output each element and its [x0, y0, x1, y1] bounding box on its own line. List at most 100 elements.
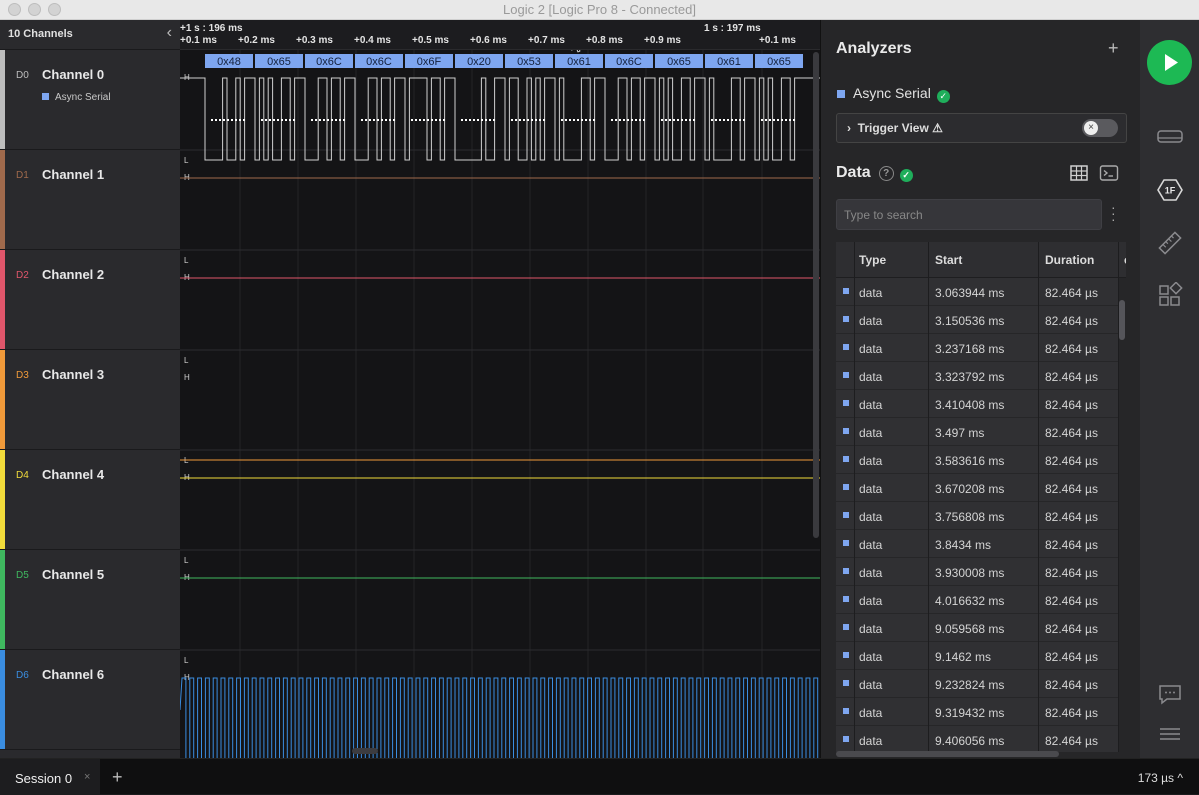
data-table: Type Start Duration c data 3.063944 ms 82.…	[836, 242, 1126, 752]
analyzer-entry[interactable]: Async Serial ✓	[837, 85, 950, 103]
add-analyzer-button[interactable]: +	[1108, 38, 1119, 59]
waveform-view[interactable]: +1 s : 196 ms 1 s : 197 ms +0.1 ms +0.2 …	[180, 20, 820, 758]
table-row[interactable]: data 3.237168 ms 82.464 µs	[836, 334, 1118, 362]
waveform-canvas[interactable]: HLHLHLHLHLHLH0x480x650x6C0x6C0x6F0x200x5…	[180, 50, 820, 758]
table-view-icon[interactable]	[1069, 163, 1089, 183]
channel-row[interactable]: D5 Channel 5	[0, 550, 180, 650]
table-horizontal-scrollbar[interactable]	[836, 751, 1059, 757]
collapse-sidebar-icon[interactable]: ‹	[167, 24, 172, 42]
data-title: Data	[836, 164, 871, 181]
waveform-vertical-scrollbar[interactable]	[813, 52, 819, 538]
level-low-label: L	[184, 356, 189, 365]
close-session-icon[interactable]: ×	[84, 771, 90, 783]
channel-color-bar	[0, 50, 5, 149]
channel-name[interactable]: Channel 3	[42, 367, 104, 382]
table-row[interactable]: data 9.232824 ms 82.464 µs	[836, 670, 1118, 698]
extensions-icon[interactable]	[1156, 282, 1184, 310]
column-header-start[interactable]: Start	[935, 253, 962, 267]
trigger-view-toggle[interactable]: ×	[1082, 119, 1118, 137]
table-row[interactable]: data 9.059568 ms 82.464 µs	[836, 614, 1118, 642]
table-row[interactable]: data 3.8434 ms 82.464 µs	[836, 530, 1118, 558]
decoded-byte-label: 0x6C	[616, 56, 642, 68]
channel-row[interactable]: D1 Channel 1	[0, 150, 180, 250]
decoded-byte-label: 0x65	[667, 56, 691, 68]
level-low-label: L	[184, 156, 189, 165]
analyzers-icon[interactable]: 1F	[1156, 176, 1184, 204]
channel-name[interactable]: Channel 2	[42, 267, 104, 282]
row-color-swatch	[843, 624, 849, 630]
decoded-byte-label: 0x61	[717, 56, 741, 68]
channel-row[interactable]: D0 Channel 0 Async Serial	[0, 50, 180, 150]
decoded-byte-label: 0x65	[267, 56, 291, 68]
table-row[interactable]: data 3.410408 ms 82.464 µs	[836, 390, 1118, 418]
device-icon[interactable]	[1156, 122, 1184, 150]
row-color-swatch	[843, 568, 849, 574]
table-vertical-scrollbar[interactable]	[1119, 300, 1125, 340]
table-row[interactable]: data 3.323792 ms 82.464 µs	[836, 362, 1118, 390]
channel-row[interactable]: D6 Channel 6	[0, 650, 180, 750]
row-color-swatch	[843, 344, 849, 350]
table-row[interactable]: data 3.583616 ms 82.464 µs	[836, 446, 1118, 474]
table-row[interactable]: data 3.670208 ms 82.464 µs	[836, 474, 1118, 502]
chat-icon[interactable]	[1156, 680, 1184, 708]
start-capture-button[interactable]	[1147, 40, 1192, 85]
table-row[interactable]: data 3.497 ms 82.464 µs	[836, 418, 1118, 446]
menu-icon[interactable]	[1156, 720, 1184, 748]
ruler-tick-label: +0.3 ms	[296, 35, 333, 46]
ruler-tick-label: +0.1 ms	[180, 35, 217, 46]
channel-name[interactable]: Channel 6	[42, 667, 104, 682]
cell-type: data	[859, 454, 883, 468]
channel-id-label: D2	[16, 270, 29, 281]
cell-duration: 82.464 µs	[1045, 734, 1098, 748]
terminal-view-icon[interactable]	[1099, 163, 1119, 183]
table-row[interactable]: data 3.063944 ms 82.464 µs	[836, 278, 1118, 306]
channel-name[interactable]: Channel 1	[42, 167, 104, 182]
cell-type: data	[859, 622, 883, 636]
cell-type: data	[859, 426, 883, 440]
trigger-view-row[interactable]: › Trigger View ⚠ ×	[836, 113, 1127, 143]
channel-analyzer-tag[interactable]: Async Serial	[42, 92, 111, 103]
analyzers-title: Analyzers	[836, 40, 912, 57]
channel-name[interactable]: Channel 5	[42, 567, 104, 582]
channel-name[interactable]: Channel 0	[42, 67, 104, 82]
table-row[interactable]: data 9.1462 ms 82.464 µs	[836, 642, 1118, 670]
session-tab[interactable]: Session 0 ×	[0, 759, 100, 795]
channel-id-label: D3	[16, 370, 29, 381]
level-high-label: H	[184, 373, 190, 382]
cell-start: 3.8434 ms	[935, 538, 992, 552]
table-row[interactable]: data 9.319432 ms 82.464 µs	[836, 698, 1118, 726]
channel-row[interactable]: D4 Channel 4	[0, 450, 180, 550]
channel-list: 10 Channels ‹ D0 Channel 0 Async Serial D1 C…	[0, 20, 180, 758]
channel-row[interactable]: D3 Channel 3	[0, 350, 180, 450]
channel-name[interactable]: Channel 4	[42, 467, 104, 482]
cell-duration: 82.464 µs	[1045, 286, 1098, 300]
table-row[interactable]: data 3.930008 ms 82.464 µs	[836, 558, 1118, 586]
zoom-level-label[interactable]: 173 µs ^	[1138, 771, 1183, 785]
data-search-input[interactable]	[836, 199, 1102, 230]
decoded-byte-label: 0x6C	[316, 56, 342, 68]
row-color-swatch	[843, 512, 849, 518]
analyzers-panel: Analyzers + Async Serial ✓ › Trigger View…	[820, 20, 1140, 758]
add-session-button[interactable]: +	[112, 767, 123, 788]
table-row[interactable]: data 4.016632 ms 82.464 µs	[836, 586, 1118, 614]
column-header-duration[interactable]: Duration	[1045, 253, 1094, 267]
more-options-icon[interactable]: · · ·	[1111, 200, 1116, 226]
measure-icon[interactable]	[1156, 229, 1184, 257]
ruler-tick-label: +0.7 ms	[528, 35, 565, 46]
row-color-swatch	[843, 708, 849, 714]
cell-type: data	[859, 342, 883, 356]
ruler-major-label: +1 s : 196 ms	[180, 23, 243, 34]
table-row[interactable]: data 3.756808 ms 82.464 µs	[836, 502, 1118, 530]
row-color-swatch	[843, 484, 849, 490]
play-icon	[1165, 54, 1178, 71]
cell-type: data	[859, 482, 883, 496]
column-divider	[928, 242, 929, 752]
check-icon: ✓	[936, 90, 950, 103]
time-ruler[interactable]: +1 s : 196 ms 1 s : 197 ms +0.1 ms +0.2 …	[180, 20, 820, 50]
help-icon[interactable]: ?	[878, 166, 894, 181]
column-header-type[interactable]: Type	[859, 253, 886, 267]
channel-color-bar	[0, 150, 5, 249]
table-row[interactable]: data 3.150536 ms 82.464 µs	[836, 306, 1118, 334]
channel-row[interactable]: D2 Channel 2	[0, 250, 180, 350]
table-row[interactable]: data 9.406056 ms 82.464 µs	[836, 726, 1118, 752]
